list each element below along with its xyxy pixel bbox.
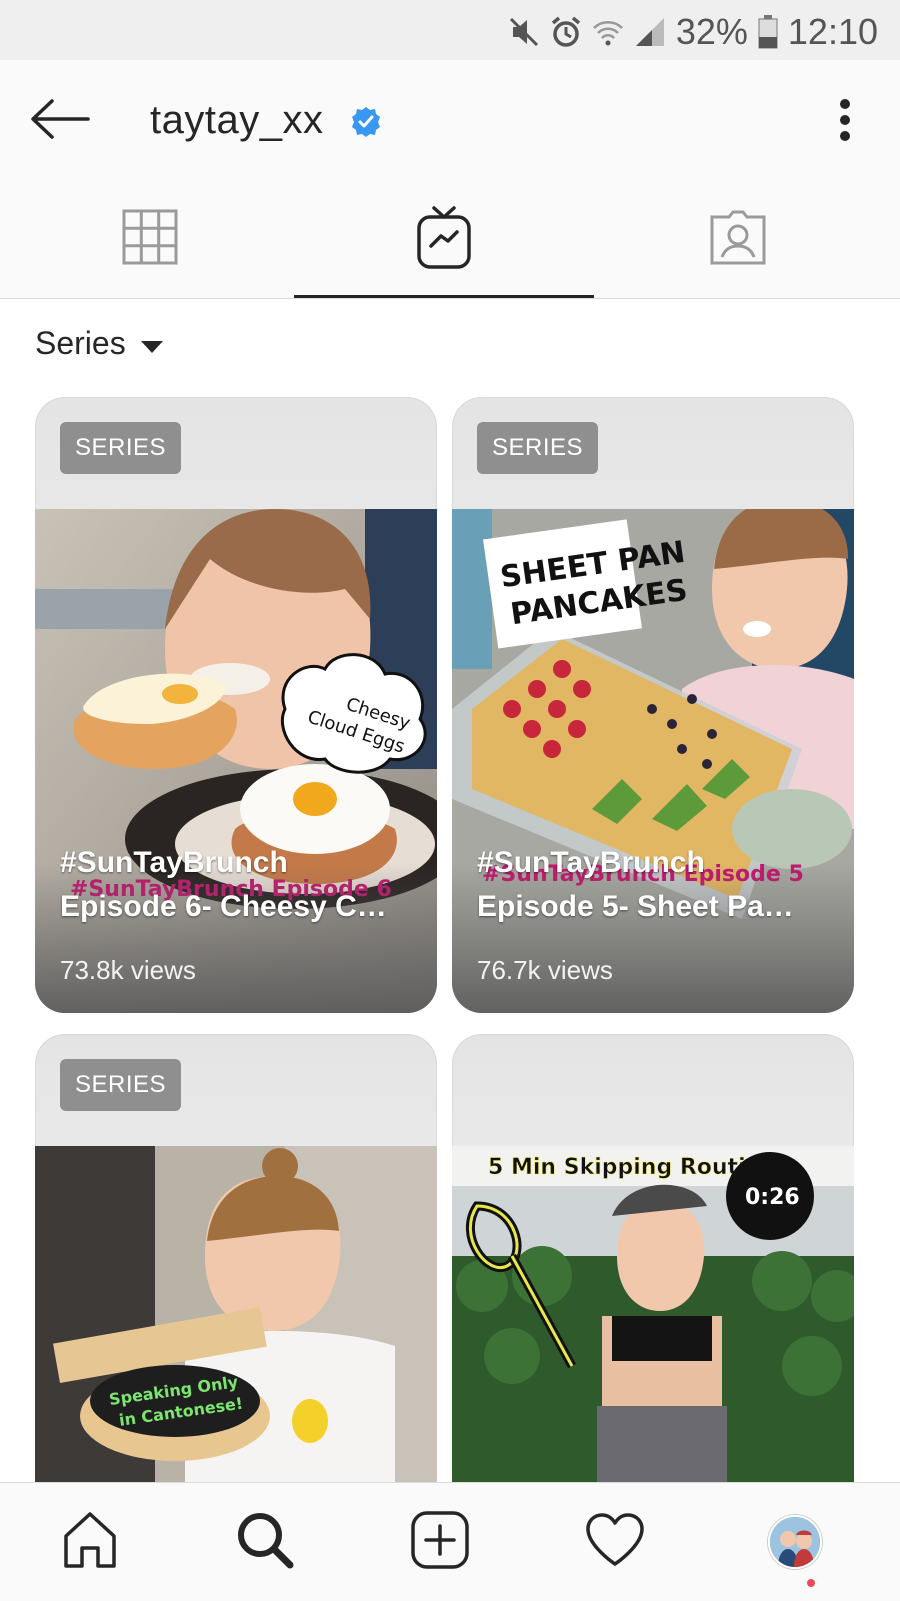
username: taytay_xx	[150, 98, 324, 142]
more-options-button[interactable]	[830, 94, 860, 150]
video-card[interactable]: SERIES Cheesy Cloud Eggs #SunTayBrunch E…	[35, 397, 437, 1013]
search-icon	[235, 1510, 295, 1575]
mute-icon	[508, 16, 540, 48]
series-hashtag: #SunTayBrunch	[60, 846, 288, 879]
nav-home-button[interactable]	[0, 1483, 180, 1601]
alarm-icon	[550, 16, 582, 48]
add-post-icon	[410, 1510, 470, 1575]
dropdown-caret-icon	[140, 325, 164, 362]
bottom-navigation	[0, 1482, 900, 1601]
profile-header: taytay_xx	[0, 60, 900, 180]
profile-avatar	[768, 1515, 822, 1569]
notification-dot	[807, 1579, 815, 1587]
video-thumbnail: 5 Min Skipping Routine 0:26	[452, 1146, 854, 1482]
tab-tagged[interactable]	[588, 180, 888, 298]
igtv-icon	[416, 204, 472, 275]
series-badge: SERIES	[477, 422, 599, 474]
thumbnail-overlay	[35, 863, 437, 1013]
tab-grid[interactable]	[0, 180, 300, 298]
nav-activity-button[interactable]	[525, 1483, 705, 1601]
series-badge: SERIES	[60, 1059, 182, 1111]
status-bar: 32% 12:10	[0, 0, 900, 60]
back-arrow-icon	[30, 97, 90, 146]
thumbnail-overlay	[452, 863, 854, 1013]
home-icon	[60, 1510, 120, 1575]
battery-icon	[758, 15, 778, 49]
series-filter-dropdown[interactable]: Series	[35, 325, 164, 362]
video-card[interactable]: SERIES Speaking Only in Cantonese!	[35, 1034, 437, 1482]
back-button[interactable]	[28, 94, 92, 148]
tagged-user-icon	[708, 209, 768, 270]
nav-search-button[interactable]	[175, 1483, 355, 1601]
video-card[interactable]: 5 Min Skipping Routine 0:26	[452, 1034, 854, 1482]
video-thumbnail: Speaking Only in Cantonese!	[35, 1146, 437, 1482]
video-card[interactable]: SERIES SHEET PAN PANCAKES #SunTayBrunch …	[452, 397, 854, 1013]
signal-icon	[634, 16, 666, 48]
nav-new-post-button[interactable]	[350, 1483, 530, 1601]
more-vertical-icon	[839, 98, 851, 147]
heart-icon	[584, 1512, 646, 1573]
wifi-icon	[592, 16, 624, 48]
clock: 12:10	[787, 11, 878, 52]
grid-icon	[122, 209, 178, 270]
video-title: Episode 5- Sheet Pa…	[477, 890, 794, 923]
filter-label: Series	[35, 325, 126, 361]
status-icons: 32% 12:10	[508, 10, 878, 54]
series-hashtag: #SunTayBrunch	[477, 846, 705, 879]
video-views: 73.8k views	[60, 955, 196, 985]
profile-tabs	[0, 180, 900, 299]
tab-igtv[interactable]	[294, 180, 594, 298]
video-title: Episode 6- Cheesy C…	[60, 890, 387, 923]
video-duration: 0:26	[745, 1185, 800, 1210]
battery-percent: 32%	[675, 11, 748, 52]
video-views: 76.7k views	[477, 955, 613, 985]
verified-badge-icon	[350, 106, 382, 143]
series-badge: SERIES	[60, 422, 182, 474]
nav-profile-button[interactable]	[705, 1483, 885, 1601]
